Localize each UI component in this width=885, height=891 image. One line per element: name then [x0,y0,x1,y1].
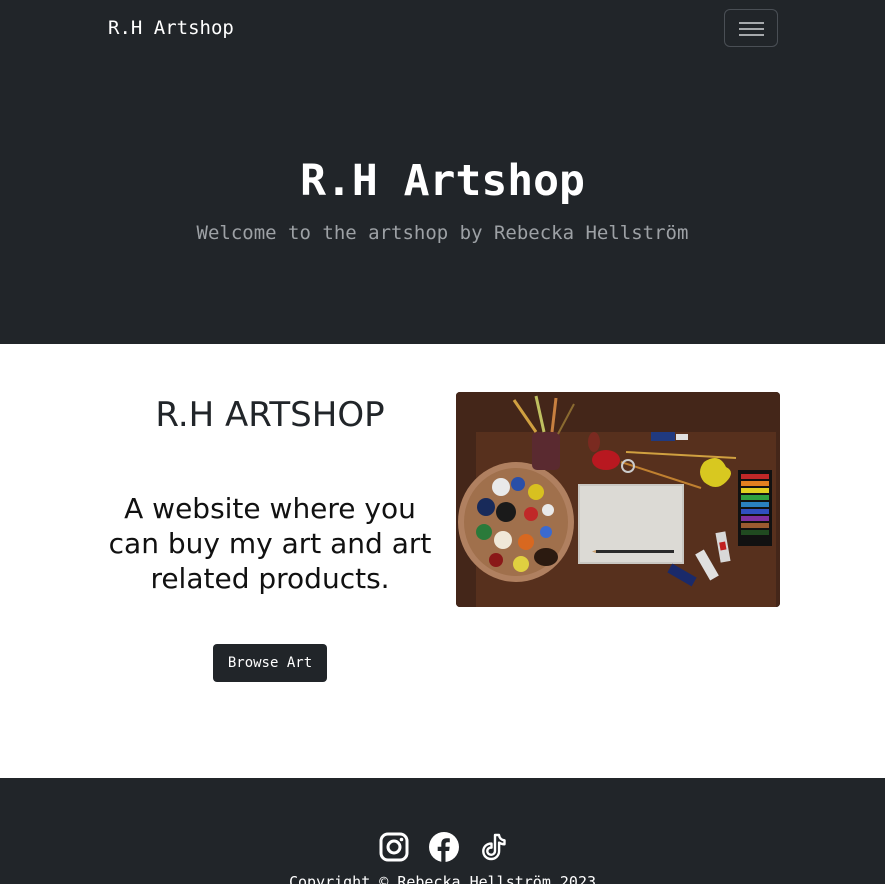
hero-title: R.H Artshop [300,156,585,206]
footer: Copyright © Rebecka Hellström 2023 [0,778,885,891]
browse-art-button[interactable]: Browse Art [213,644,327,682]
hero-section: R.H Artshop Welcome to the artshop by Re… [0,56,885,344]
art-supplies-image [456,392,780,607]
menu-toggle-button[interactable] [724,9,778,47]
navbar-brand[interactable]: R.H Artshop [108,16,234,40]
instagram-icon[interactable] [379,832,409,862]
tagline: A website where you can buy my art and a… [108,492,432,595]
navbar: R.H Artshop [0,0,885,56]
hamburger-icon [739,22,764,24]
copyright-text: Copyright © Rebecka Hellström 2023 [288,873,597,891]
facebook-icon[interactable] [429,832,459,862]
tiktok-icon[interactable] [479,832,509,862]
section-heading: R.H ARTSHOP [155,395,385,435]
hero-subtitle: Welcome to the artshop by Rebecka Hellst… [196,222,689,244]
